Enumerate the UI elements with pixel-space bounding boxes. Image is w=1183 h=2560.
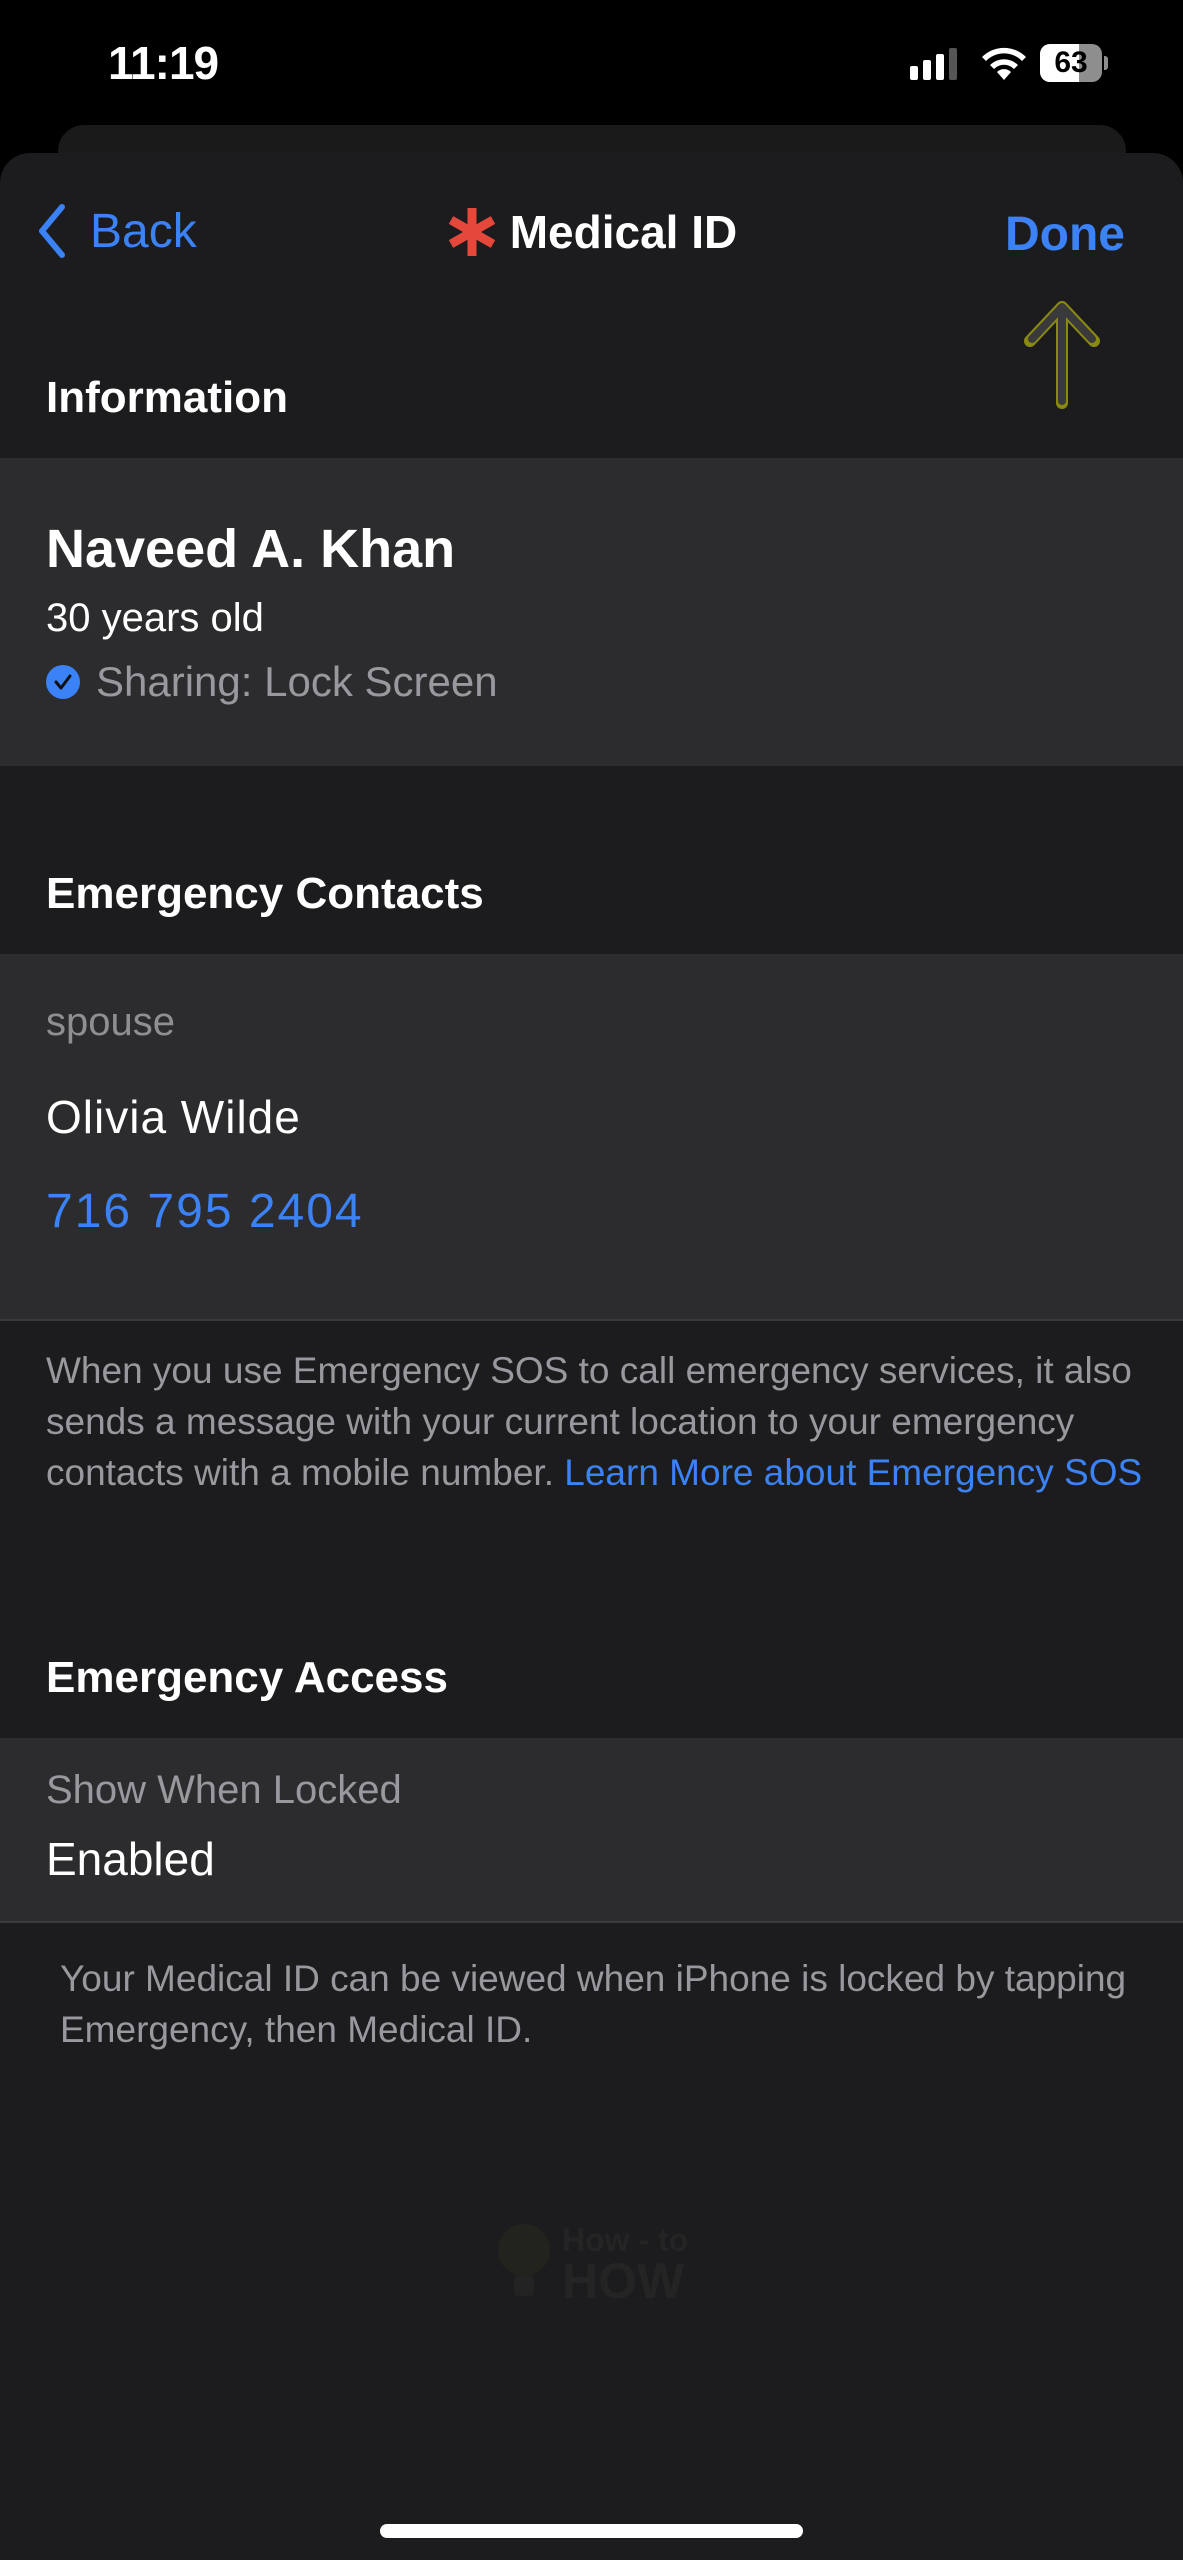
show-when-locked-label: Show When Locked (46, 1768, 402, 1812)
battery-icon: 63 (1040, 44, 1108, 82)
emergency-access-header: Emergency Access (46, 1653, 448, 1702)
watermark-line2: HOW (562, 2253, 685, 2309)
emergency-access-footnote: Your Medical ID can be viewed when iPhon… (60, 1958, 1127, 2050)
person-name: Naveed A. Khan (46, 519, 456, 579)
sharing-label: Sharing: Lock Screen (96, 658, 498, 705)
emergency-sos-footnote: When you use Emergency SOS to call emerg… (46, 1345, 1146, 1498)
contact-card[interactable]: spouse Olivia Wilde 716 795 2404 (0, 954, 1183, 1319)
contact-phone-link[interactable]: 716 795 2404 (46, 1184, 364, 1239)
learn-more-link[interactable]: Learn More about Emergency SOS (564, 1452, 1142, 1493)
status-time: 11:19 (108, 37, 219, 89)
cellular-signal-icon (910, 48, 957, 80)
contact-name: Olivia Wilde (46, 1091, 301, 1143)
medical-id-sheet: Back Medical ID Done Information Naveed … (0, 153, 1183, 2560)
show-when-locked-value: Enabled (46, 1833, 215, 1885)
show-when-locked-card[interactable]: Show When Locked Enabled (0, 1738, 1183, 1921)
information-header: Information (46, 373, 288, 422)
done-button[interactable]: Done (1005, 207, 1125, 262)
battery-percent: 63 (1054, 46, 1088, 79)
lightbulb-icon (498, 2224, 550, 2296)
sharing-status: Sharing: Lock Screen (46, 658, 498, 706)
person-age: 30 years old (46, 596, 264, 640)
divider (0, 1921, 1183, 1923)
navigation-bar: Back Medical ID Done (0, 153, 1183, 409)
watermark-logo: How - to HOW (496, 2222, 696, 2312)
contact-relation: spouse (46, 1000, 175, 1044)
medical-asterisk-icon (448, 208, 495, 256)
emergency-contacts-header: Emergency Contacts (46, 869, 484, 918)
checkmark-circle-icon (46, 665, 80, 699)
divider (0, 1319, 1183, 1321)
status-bar: 11:19 63 (0, 0, 1183, 120)
arrow-up-icon (1024, 301, 1100, 409)
page-title-text: Medical ID (509, 206, 738, 258)
home-indicator[interactable] (380, 2524, 803, 2538)
information-card[interactable]: Naveed A. Khan 30 years old Sharing: Loc… (0, 458, 1183, 766)
wifi-icon (982, 47, 1026, 80)
